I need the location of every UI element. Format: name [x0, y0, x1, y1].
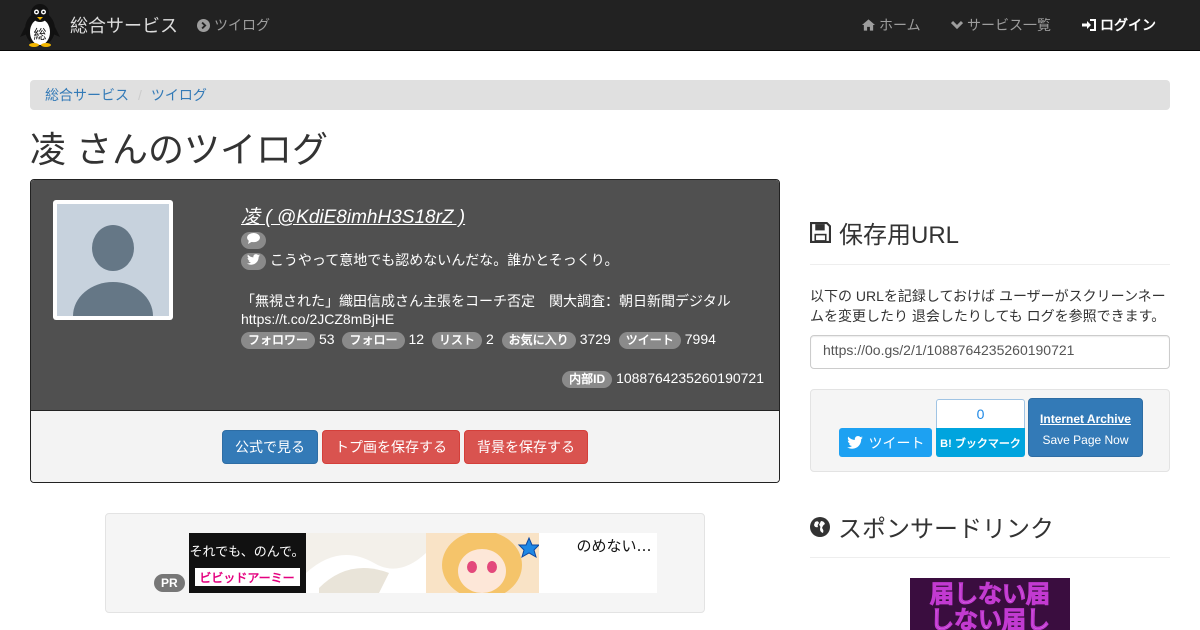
avatar [53, 200, 173, 320]
internal-id-value: 1088764235260190721 [616, 370, 764, 386]
ia-subtitle: Save Page Now [1042, 433, 1129, 447]
nav-login-label: ログイン [1100, 17, 1156, 33]
tweet-button-label: ツイート [868, 434, 925, 451]
sponsor-ad-image[interactable]: 届しない届 しない届し [910, 578, 1070, 630]
sponsor-title: スポンサードリンク [838, 516, 1054, 543]
save-top-image-button[interactable]: トプ画を保存する [322, 430, 460, 464]
profile-header: 凌 ( @KdiE8imhH3S18rZ ) こうやって意地でも認めないんだな。… [31, 180, 779, 410]
breadcrumb-home[interactable]: 総合サービス [45, 85, 129, 105]
penguin-logo-icon: 総 [20, 4, 60, 47]
save-url-heading: 保存用URL [810, 215, 959, 250]
sign-in-icon [1082, 19, 1096, 31]
nav-services-link[interactable]: サービス一覧 [951, 0, 1051, 50]
profile-quote: 「無視された」織田信成さん主張をコーチ否定 関大調査：朝日新聞デジタル [241, 293, 731, 309]
following-count: 12 [408, 331, 425, 347]
navbar: 総 総合サービス ツイログ ホーム サービス一覧 ログイン [0, 0, 1200, 51]
profile-url: https://t.co/2JCZ8mBjHE [241, 311, 395, 327]
banner-slogan: それでも、のんで。 [189, 545, 304, 560]
chevron-down-icon [951, 20, 963, 30]
divider [810, 557, 1170, 558]
nav-twilog-label: ツイログ [214, 17, 270, 33]
brand-logo-char: 総 [33, 28, 46, 43]
home-icon [862, 19, 875, 31]
breadcrumb: 総合サービス / ツイログ [30, 80, 1170, 110]
stats-row: フォロワー 53 フォロー 12 リスト 2 お気に入り 3729 ツイート 7994 [241, 331, 720, 349]
page-title: 凌 さんのツイログ [30, 129, 329, 170]
tweets-count: 7994 [684, 331, 716, 347]
floppy-disk-icon [810, 222, 831, 243]
hatena-bookmark-count: 0 [936, 399, 1025, 429]
favorites-count: 3729 [579, 331, 611, 347]
internet-archive-button[interactable]: Internet Archive Save Page Now [1028, 398, 1143, 457]
lists-count: 2 [485, 331, 494, 347]
breadcrumb-twilog[interactable]: ツイログ [151, 85, 207, 105]
nav-services-label: サービス一覧 [967, 17, 1051, 33]
divider [810, 264, 1170, 265]
nav-twilog-link[interactable]: ツイログ [197, 0, 270, 50]
followers-count: 53 [319, 331, 335, 347]
tweet-button[interactable]: ツイート [839, 428, 932, 457]
profile-actions: 公式で見る トプ画を保存する 背景を保存する [31, 410, 779, 482]
favorites-label: お気に入り [501, 331, 576, 349]
followers-label: フォロワー [241, 331, 316, 349]
chevron-circle-right-icon [197, 18, 210, 32]
default-avatar-icon [57, 204, 169, 316]
comment-icon [241, 231, 266, 249]
view-official-button[interactable]: 公式で見る [222, 430, 318, 464]
sponsor-heading: スポンサードリンク [810, 509, 1054, 544]
pr-badge: PR [154, 574, 185, 592]
breadcrumb-separator: / [138, 87, 142, 103]
nav-login-link[interactable]: ログイン [1082, 0, 1156, 50]
sponsor-text-line2: しない届し [930, 605, 1050, 630]
share-box: ツイート 0 B! ブックマーク Internet Archive Save P… [810, 389, 1170, 472]
profile-bio: こうやって意地でも認めないんだな。誰かとそっくり。 [269, 252, 619, 268]
internal-id-label: 内部ID [562, 370, 613, 388]
ad-banner[interactable]: それでも、のんで。 ビビッドアーミー のめない… [189, 533, 657, 593]
save-url-field[interactable]: https://0o.gs/2/1/1088764235260190721 [810, 335, 1170, 369]
bio-row: こうやって意地でも認めないんだな。誰かとそっくり。 [241, 250, 619, 270]
comment-badge-row [241, 231, 266, 249]
lists-label: リスト [431, 331, 482, 349]
profile-card: 凌 ( @KdiE8imhH3S18rZ ) こうやって意地でも認めないんだな。… [30, 179, 780, 483]
sponsor-text-line1: 届しない届 [930, 579, 1050, 608]
tweets-label: ツイート [618, 331, 681, 349]
profile-name-link[interactable]: 凌 ( @KdiE8imhH3S18rZ ) [241, 202, 465, 229]
internal-id-row: 内部ID 1088764235260190721 [562, 370, 764, 388]
brand-link[interactable]: 総 総合サービス [20, 2, 178, 48]
banner-brand: ビビッドアーミー [199, 570, 294, 585]
save-url-title: 保存用URL [839, 222, 960, 249]
nav-home-label: ホーム [879, 17, 921, 33]
following-label: フォロー [342, 331, 405, 349]
twitter-bird-icon [241, 252, 266, 270]
banner-right-text: のめない… [576, 537, 651, 555]
ia-title: Internet Archive [1040, 412, 1131, 426]
pr-box: それでも、のんで。 ビビッドアーミー のめない… PR [105, 513, 705, 613]
brand-text: 総合サービス [70, 16, 178, 36]
nav-home-link[interactable]: ホーム [862, 0, 921, 50]
save-background-button[interactable]: 背景を保存する [464, 430, 588, 464]
hatena-bookmark-button[interactable]: B! ブックマーク [936, 428, 1025, 457]
twitter-bird-icon [846, 436, 863, 449]
globe-icon [810, 516, 830, 537]
save-url-description: 以下の URLを記録しておけば ユーザーがスクリーンネームを変更したり 退会した… [810, 288, 1166, 324]
